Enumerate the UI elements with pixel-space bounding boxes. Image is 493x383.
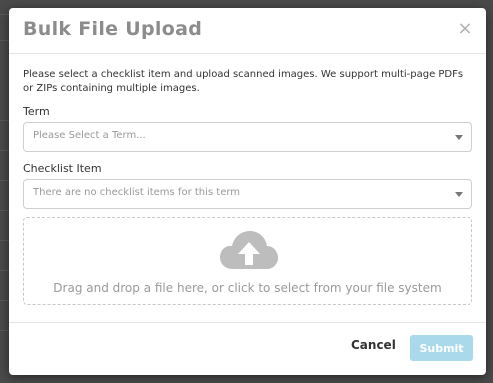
bulk-upload-modal: Bulk File Upload × Please select a check… <box>9 8 486 375</box>
term-select[interactable]: Please Select a Term... <box>23 122 472 152</box>
modal-header: Bulk File Upload × <box>9 8 486 54</box>
modal-footer: Cancel Submit <box>9 322 486 375</box>
checklist-item-select[interactable]: There are no checklist items for this te… <box>23 179 472 209</box>
term-label: Term <box>23 105 50 118</box>
file-dropzone[interactable]: Drag and drop a file here, or click to s… <box>23 217 472 305</box>
cancel-button[interactable]: Cancel <box>351 338 396 352</box>
dropzone-text: Drag and drop a file here, or click to s… <box>53 281 442 295</box>
checklist-item-label: Checklist Item <box>23 162 102 175</box>
checklist-item-placeholder: There are no checklist items for this te… <box>33 187 241 198</box>
intro-text: Please select a checklist item and uploa… <box>23 69 464 94</box>
modal-body: Please select a checklist item and uploa… <box>9 54 486 305</box>
term-placeholder: Please Select a Term... <box>33 130 146 141</box>
chevron-down-icon <box>455 135 463 140</box>
close-button[interactable]: × <box>457 19 473 39</box>
chevron-down-icon <box>455 192 463 197</box>
cloud-upload-icon <box>220 231 278 269</box>
submit-button[interactable]: Submit <box>410 335 473 361</box>
modal-title: Bulk File Upload <box>23 18 203 40</box>
